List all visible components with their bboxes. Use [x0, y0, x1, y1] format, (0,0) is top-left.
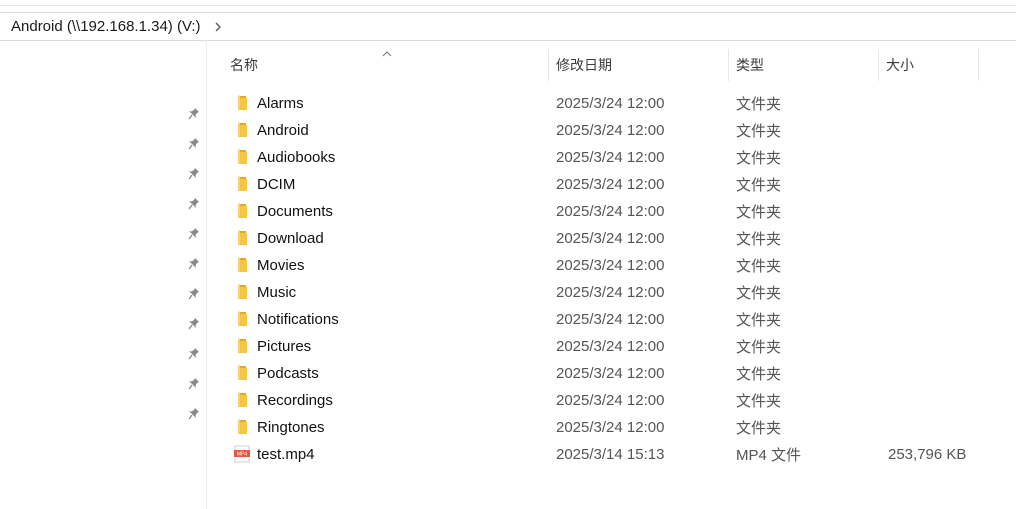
file-date-modified: 2025/3/24 12:00 [556, 230, 665, 247]
pin-icon[interactable] [186, 196, 202, 212]
file-date-modified: 2025/3/24 12:00 [556, 338, 665, 355]
column-separator[interactable] [878, 49, 879, 81]
column-separator[interactable] [978, 49, 979, 81]
column-header-bar: 名称 修改日期 类型 大小 [207, 47, 1016, 83]
file-date-modified: 2025/3/24 12:00 [556, 149, 665, 166]
folder-icon [233, 418, 251, 436]
pin-icon[interactable] [186, 106, 202, 122]
file-row[interactable]: Movies 2025/3/24 12:00 文件夹 [207, 252, 1016, 279]
file-name: DCIM [257, 176, 296, 193]
file-row[interactable]: Documents 2025/3/24 12:00 文件夹 [207, 198, 1016, 225]
file-date-modified: 2025/3/24 12:00 [556, 284, 665, 301]
file-name: Alarms [257, 95, 304, 112]
pin-icon[interactable] [186, 226, 202, 242]
folder-icon [233, 121, 251, 139]
file-row[interactable]: Recordings 2025/3/24 12:00 文件夹 [207, 387, 1016, 414]
folder-icon [233, 391, 251, 409]
file-size: 253,796 KB [888, 446, 967, 463]
file-name: Music [257, 284, 297, 301]
breadcrumb-drive[interactable]: Android (\\192.168.1.34) (V:) [11, 18, 201, 35]
chevron-right-icon[interactable] [211, 20, 225, 34]
file-type: 文件夹 [736, 123, 782, 140]
file-type: 文件夹 [736, 339, 782, 356]
file-name: Audiobooks [257, 149, 336, 166]
file-type: 文件夹 [736, 231, 782, 248]
file-row[interactable]: Alarms 2025/3/24 12:00 文件夹 [207, 90, 1016, 117]
file-row[interactable]: Notifications 2025/3/24 12:00 文件夹 [207, 306, 1016, 333]
column-header-name[interactable]: 名称 [230, 47, 548, 83]
file-date-modified: 2025/3/24 12:00 [556, 203, 665, 220]
folder-icon [233, 148, 251, 166]
file-name: Movies [257, 257, 305, 274]
file-type: 文件夹 [736, 96, 782, 113]
svg-text:MP4: MP4 [237, 452, 248, 458]
file-row[interactable]: Android 2025/3/24 12:00 文件夹 [207, 117, 1016, 144]
folder-icon [233, 283, 251, 301]
file-row[interactable]: Podcasts 2025/3/24 12:00 文件夹 [207, 360, 1016, 387]
file-type: MP4 文件 [736, 447, 802, 464]
folder-icon [233, 202, 251, 220]
column-separator[interactable] [728, 49, 729, 81]
folder-icon [233, 364, 251, 382]
file-name: Android [257, 122, 309, 139]
file-name: Podcasts [257, 365, 319, 382]
pin-icon[interactable] [186, 256, 202, 272]
file-type: 文件夹 [736, 312, 782, 329]
folder-icon [233, 94, 251, 112]
file-name: Documents [257, 203, 333, 220]
file-date-modified: 2025/3/24 12:00 [556, 122, 665, 139]
pin-icon[interactable] [186, 136, 202, 152]
folder-icon [233, 337, 251, 355]
pin-icon[interactable] [186, 346, 202, 362]
pin-icon[interactable] [186, 406, 202, 422]
file-name: Ringtones [257, 419, 325, 436]
file-row[interactable]: DCIM 2025/3/24 12:00 文件夹 [207, 171, 1016, 198]
file-name: Recordings [257, 392, 333, 409]
pin-icon[interactable] [186, 286, 202, 302]
file-row[interactable]: Audiobooks 2025/3/24 12:00 文件夹 [207, 144, 1016, 171]
file-type: 文件夹 [736, 177, 782, 194]
pin-icon[interactable] [186, 376, 202, 392]
file-type: 文件夹 [736, 285, 782, 302]
window-top-edge [0, 0, 1016, 6]
pin-icon[interactable] [186, 316, 202, 332]
mp4-file-icon: MP4 [233, 445, 251, 463]
address-bar[interactable]: Android (\\192.168.1.34) (V:) [0, 12, 1016, 41]
file-date-modified: 2025/3/24 12:00 [556, 95, 665, 112]
folder-icon [233, 229, 251, 247]
file-date-modified: 2025/3/24 12:00 [556, 311, 665, 328]
file-name: test.mp4 [257, 446, 315, 463]
folder-icon [233, 310, 251, 328]
file-date-modified: 2025/3/24 12:00 [556, 257, 665, 274]
file-row[interactable]: Pictures 2025/3/24 12:00 文件夹 [207, 333, 1016, 360]
file-date-modified: 2025/3/24 12:00 [556, 176, 665, 193]
file-type: 文件夹 [736, 258, 782, 275]
column-header-size[interactable]: 大小 [886, 47, 978, 83]
column-separator[interactable] [548, 49, 549, 81]
file-date-modified: 2025/3/24 12:00 [556, 392, 665, 409]
file-row[interactable]: Ringtones 2025/3/24 12:00 文件夹 [207, 414, 1016, 441]
column-header-date[interactable]: 修改日期 [556, 47, 728, 83]
file-date-modified: 2025/3/14 15:13 [556, 446, 665, 463]
folder-icon [233, 175, 251, 193]
file-row[interactable]: Download 2025/3/24 12:00 文件夹 [207, 225, 1016, 252]
file-type: 文件夹 [736, 420, 782, 437]
file-name: Notifications [257, 311, 339, 328]
file-name: Download [257, 230, 324, 247]
file-date-modified: 2025/3/24 12:00 [556, 365, 665, 382]
file-row[interactable]: MP4 test.mp4 2025/3/14 15:13 MP4 文件 253,796 … [207, 441, 1016, 468]
file-type: 文件夹 [736, 204, 782, 221]
file-type: 文件夹 [736, 393, 782, 410]
file-type: 文件夹 [736, 366, 782, 383]
folder-icon [233, 256, 251, 274]
file-type: 文件夹 [736, 150, 782, 167]
file-row[interactable]: Music 2025/3/24 12:00 文件夹 [207, 279, 1016, 306]
file-name: Pictures [257, 338, 312, 355]
column-header-type[interactable]: 类型 [736, 47, 878, 83]
pin-icon[interactable] [186, 166, 202, 182]
file-date-modified: 2025/3/24 12:00 [556, 419, 665, 436]
